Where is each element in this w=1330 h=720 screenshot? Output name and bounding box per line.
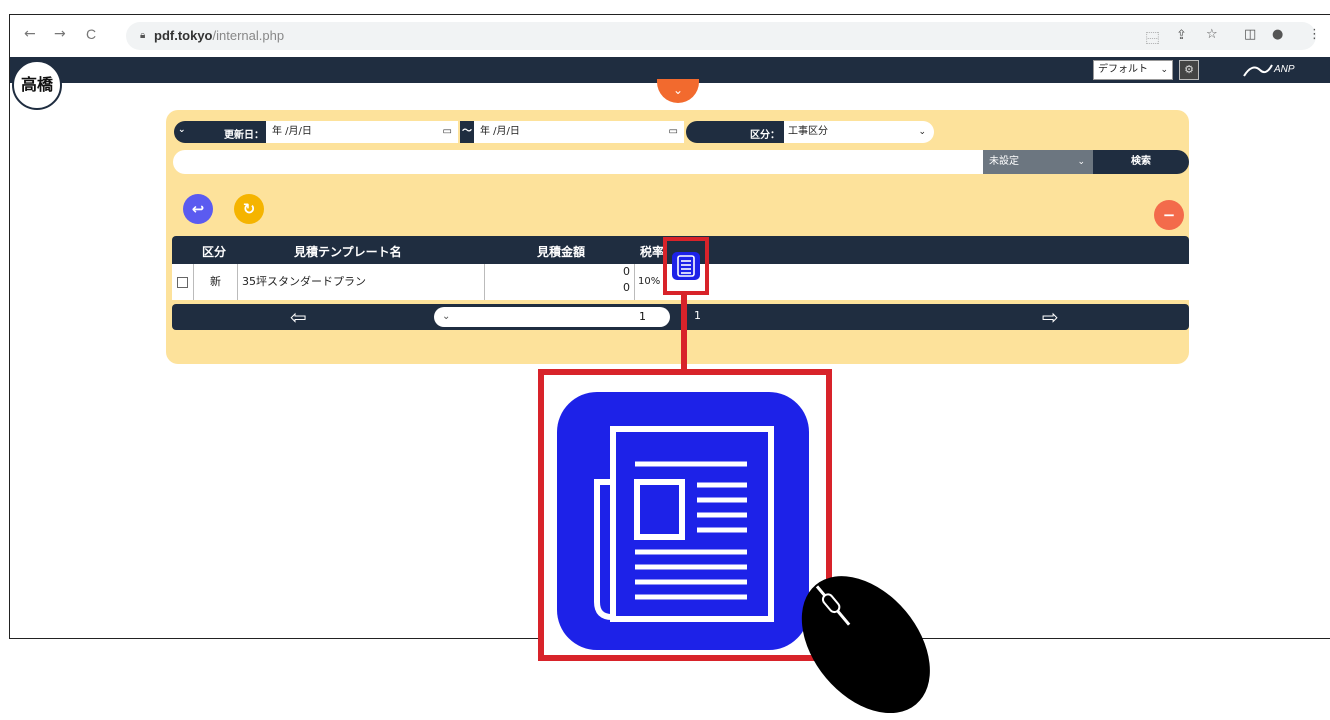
chevron-down-icon: ⌄: [1160, 65, 1168, 75]
row-checkbox[interactable]: [177, 277, 188, 288]
header-template-name: 見積テンプレート名: [294, 245, 402, 259]
date-to-input[interactable]: 年 /月/日 ▭: [474, 121, 684, 143]
date-from-input[interactable]: 年 /月/日 ▭: [266, 121, 458, 143]
header-tax-rate: 税率: [640, 245, 665, 259]
calendar-icon[interactable]: ▭: [443, 121, 452, 143]
updated-date-pill: ⌄ 更新日：: [174, 121, 266, 143]
menu-icon[interactable]: ⋮: [1308, 27, 1321, 42]
search-button[interactable]: 検索: [1093, 150, 1189, 174]
logo-text: ANP: [1273, 64, 1295, 75]
document-icon[interactable]: [672, 252, 700, 280]
date-separator: 〜: [460, 121, 474, 143]
chevron-down-icon: ⌄: [442, 311, 451, 322]
current-page: 1: [639, 310, 646, 323]
row-amount: 0 0: [485, 264, 635, 300]
lock-icon: 🔒︎: [140, 30, 146, 41]
row-amount-bottom: 0: [623, 281, 630, 294]
user-avatar[interactable]: 高橋: [12, 60, 62, 110]
date-to-placeholder: 年 /月/日: [480, 126, 520, 137]
gear-icon[interactable]: ⚙: [1179, 60, 1199, 80]
collapse-toggle-button[interactable]: ⌄: [657, 79, 699, 103]
reload-icon[interactable]: C: [86, 26, 96, 42]
preset-select-value: デフォルト: [1098, 64, 1148, 75]
url-path: /internal.php: [212, 28, 285, 43]
chevron-down-icon: ⌄: [918, 127, 926, 137]
page-number-select[interactable]: ⌄ 1: [434, 307, 670, 327]
row-checkbox-cell: [172, 264, 194, 300]
chevron-down-icon[interactable]: ⌄: [178, 125, 186, 135]
updated-date-label: 更新日：: [224, 130, 264, 141]
company-logo: ANP: [1242, 61, 1322, 84]
mouse-click-icon: [801, 576, 930, 714]
browser-toolbar: ← → C 🔒︎ pdf.tokyo/internal.php ⿱ ⇪ ☆ ◫ …: [10, 15, 1330, 57]
url-text: pdf.tokyo/internal.php: [154, 28, 284, 43]
profile-icon[interactable]: ●: [1272, 27, 1283, 42]
prev-page-icon[interactable]: ⇦: [290, 305, 307, 329]
preset-select[interactable]: デフォルト ⌄: [1093, 60, 1173, 80]
star-icon[interactable]: ☆: [1206, 27, 1218, 42]
chevron-down-icon: ⌄: [1077, 157, 1085, 167]
anp-logo-icon: ANP: [1243, 64, 1295, 77]
return-icon[interactable]: ↩: [183, 194, 213, 224]
kubun-select[interactable]: 工事区分 ⌄: [784, 121, 934, 143]
back-nav-icon[interactable]: ←: [24, 26, 36, 42]
address-bar[interactable]: 🔒︎ pdf.tokyo/internal.php ⿱ ⇪: [126, 22, 1316, 50]
keyword-input[interactable]: [173, 150, 983, 174]
kubun-label: 区分：: [750, 130, 780, 141]
kubun-select-value: 工事区分: [788, 126, 828, 137]
translate-icon[interactable]: ⿱: [1146, 28, 1159, 47]
document-icon-svg: [677, 255, 695, 277]
highlighted-document-button[interactable]: [663, 237, 709, 295]
next-page-icon[interactable]: ⇨: [1042, 305, 1059, 329]
row-template-name: 35坪スタンダードプラン: [238, 264, 485, 300]
url-host: pdf.tokyo: [154, 28, 213, 43]
document-icon: [557, 392, 809, 650]
delete-icon[interactable]: −: [1154, 200, 1184, 230]
row-tax-rate: 10%: [638, 276, 661, 287]
row-kubun: 新: [194, 264, 238, 300]
forward-nav-icon[interactable]: →: [54, 26, 66, 42]
calendar-icon[interactable]: ▭: [669, 121, 678, 143]
header-kubun: 区分: [202, 245, 227, 259]
share-icon[interactable]: ⇪: [1176, 28, 1187, 43]
sidebar-icon[interactable]: ◫: [1244, 27, 1256, 42]
document-icon-large-svg: [594, 426, 774, 622]
callout-connector: [681, 294, 687, 370]
status-select-value: 未設定: [989, 156, 1019, 167]
status-select[interactable]: 未設定 ⌄: [983, 150, 1093, 174]
kubun-pill: 区分：: [686, 121, 784, 143]
date-from-placeholder: 年 /月/日: [272, 126, 312, 137]
header-amount: 見積金額: [537, 245, 586, 259]
total-pages: 1: [694, 309, 701, 322]
refresh-icon[interactable]: ↻: [234, 194, 264, 224]
